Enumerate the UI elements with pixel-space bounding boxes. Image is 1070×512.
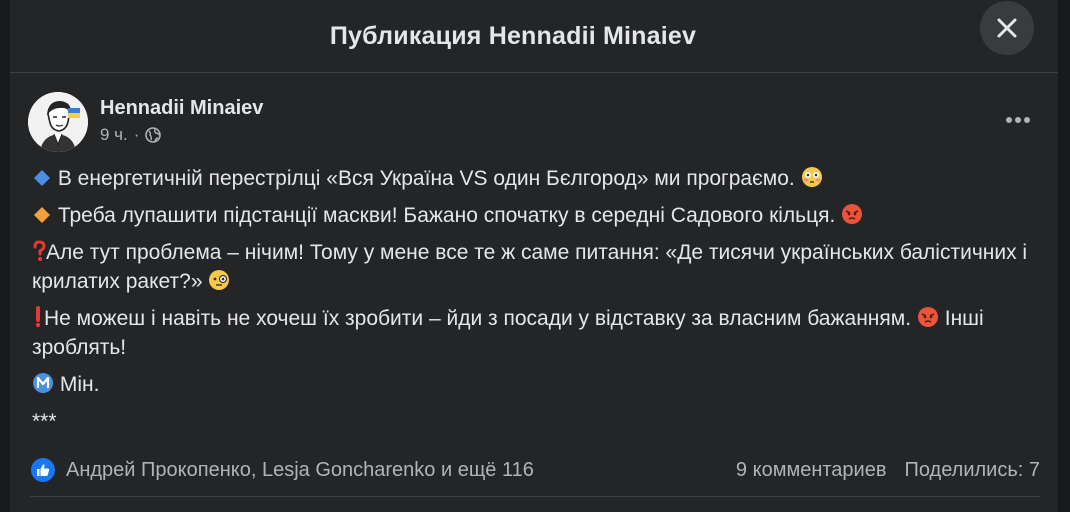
globe-icon (145, 127, 162, 143)
angry-face-icon (917, 307, 938, 327)
face-with-monocle-icon (209, 270, 230, 290)
red-exclamation-mark-icon (35, 306, 41, 328)
reactions-summary[interactable]: Андрей Прокопенко, Lesja Goncharenko и е… (30, 457, 736, 483)
avatar-image (28, 92, 88, 152)
paragraph-text: Не можеш і навіть не хочеш їх зробити – … (44, 307, 912, 330)
like-reaction-icon (31, 458, 55, 482)
shares-count[interactable]: Поделились: 7 (904, 459, 1040, 482)
close-icon (997, 18, 1017, 38)
more-options-icon (1006, 117, 1030, 123)
paragraph-text: *** (32, 410, 57, 433)
post-paragraph: Треба лупашити підстанції маскви! Бажано… (32, 201, 1052, 230)
divider (30, 496, 1040, 497)
post-time[interactable]: 9 ч. (100, 125, 128, 145)
post-text: В енергетичній перестрілці «Вся Україна … (32, 164, 1052, 444)
stats-counts: 9 комментариев Поделились: 7 (736, 459, 1040, 482)
post-paragraph: Мін. (32, 370, 1052, 399)
modal-header: Публикация Hennadii Minaiev (10, 0, 1058, 73)
circled-m-icon (33, 373, 53, 393)
flushed-face-icon (801, 167, 822, 187)
post-paragraph: Не можеш і навіть не хочеш їх зробити – … (32, 304, 1052, 362)
post-modal: Публикация Hennadii Minaiev Hennadii Min… (10, 0, 1058, 512)
red-question-mark-icon (33, 240, 46, 261)
paragraph-text: В енергетичній перестрілці «Вся Україна … (57, 167, 795, 190)
meta-separator: · (133, 125, 140, 144)
post-header: Hennadii Minaiev 9 ч. · (28, 92, 1038, 154)
post-paragraph: В енергетичній перестрілці «Вся Україна … (32, 164, 1052, 193)
post-stats: Андрей Прокопенко, Lesja Goncharenko и е… (30, 452, 1040, 488)
paragraph-text: Мін. (59, 373, 100, 396)
paragraph-text: Але тут проблема – нічим! Тому у мене вс… (32, 241, 1028, 293)
modal-title: Публикация Hennadii Minaiev (329, 21, 697, 50)
post-meta: 9 ч. · (100, 125, 162, 145)
post-paragraph: *** (32, 407, 1052, 436)
post-paragraph: Але тут проблема – нічим! Тому у мене вс… (32, 238, 1052, 296)
author-name[interactable]: Hennadii Minaiev (100, 97, 263, 120)
avatar[interactable] (28, 92, 88, 152)
small-blue-diamond-icon (34, 170, 50, 186)
reactions-text[interactable]: Андрей Прокопенко, Lesja Goncharenko и е… (66, 459, 534, 482)
comments-count[interactable]: 9 комментариев (736, 459, 887, 482)
small-orange-diamond-icon (34, 207, 50, 223)
paragraph-text: Треба лупашити підстанції маскви! Бажано… (57, 204, 836, 227)
more-options-button[interactable] (998, 102, 1038, 138)
close-button[interactable] (980, 1, 1034, 55)
angry-face-icon (842, 204, 863, 224)
